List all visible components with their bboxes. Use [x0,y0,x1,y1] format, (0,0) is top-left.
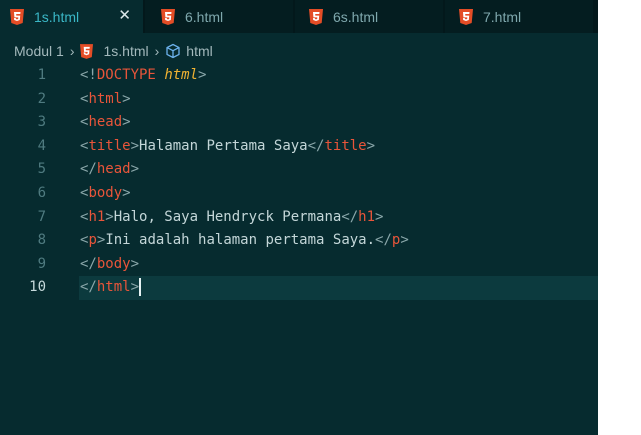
tab-label: 6s.html [333,8,379,25]
chevron-right-icon: › [154,43,160,59]
chevron-right-icon: › [69,43,75,59]
breadcrumb-file[interactable]: 1s.html [80,43,149,59]
code-line: 4 <title>Halaman Pertama Saya</title> [0,135,598,159]
close-icon[interactable]: ✕ [118,7,131,25]
breadcrumb-symbol[interactable]: html [165,43,213,59]
breadcrumb-folder[interactable]: Modul 1 [14,43,64,59]
text-cursor [139,278,142,297]
line-number: 4 [37,137,46,154]
code-line: 6 <body> [0,182,598,206]
current-line-highlight [79,276,598,300]
tab-label: 7.html [483,8,522,25]
breadcrumb: Modul 1 › 1s.html › html [0,38,598,64]
html5-icon [161,8,175,25]
line-number: 5 [37,161,46,178]
html5-icon [10,8,24,25]
code-line: 8 <p>Ini adalah halaman pertama Saya.</p… [0,229,598,253]
code-line: 9 </body> [0,253,598,277]
tab-label: 6.html [185,8,224,25]
code-line-current: 10 </html> [0,276,598,300]
line-number: 3 [37,114,46,131]
line-number: 2 [37,90,46,107]
code-area[interactable]: 1 <!DOCTYPE html> 2 <html> 3 <head> 4 <t… [0,64,598,300]
tab-1s-html[interactable]: 1s.html ✕ [0,0,143,33]
line-number: 9 [37,255,46,272]
code-editor: 1s.html ✕ 6.html 6s.html 7.html Modul 1 … [0,0,598,435]
tab-bar: 1s.html ✕ 6.html 6s.html 7.html [0,0,598,33]
code-line: 3 <head> [0,111,598,135]
line-number: 1 [37,67,46,83]
code-line: 2 <html> [0,88,598,112]
line-number: 7 [37,208,46,225]
tab-label: 1s.html [34,8,80,25]
cube-icon [166,43,180,59]
code-line: 7 <h1>Halo, Saya Hendryck Permana</h1> [0,206,598,230]
html5-icon [459,8,473,25]
code-line: 5 </head> [0,158,598,182]
html5-icon [309,8,323,25]
line-number: 6 [37,184,46,201]
line-number: 10 [29,279,46,296]
line-number: 8 [37,232,46,249]
tab-6-html[interactable]: 6.html [145,0,293,33]
html5-icon [80,43,94,59]
tab-6s-html[interactable]: 6s.html [295,0,443,33]
code-line: 1 <!DOCTYPE html> [0,64,598,88]
tab-7-html[interactable]: 7.html [445,0,593,33]
